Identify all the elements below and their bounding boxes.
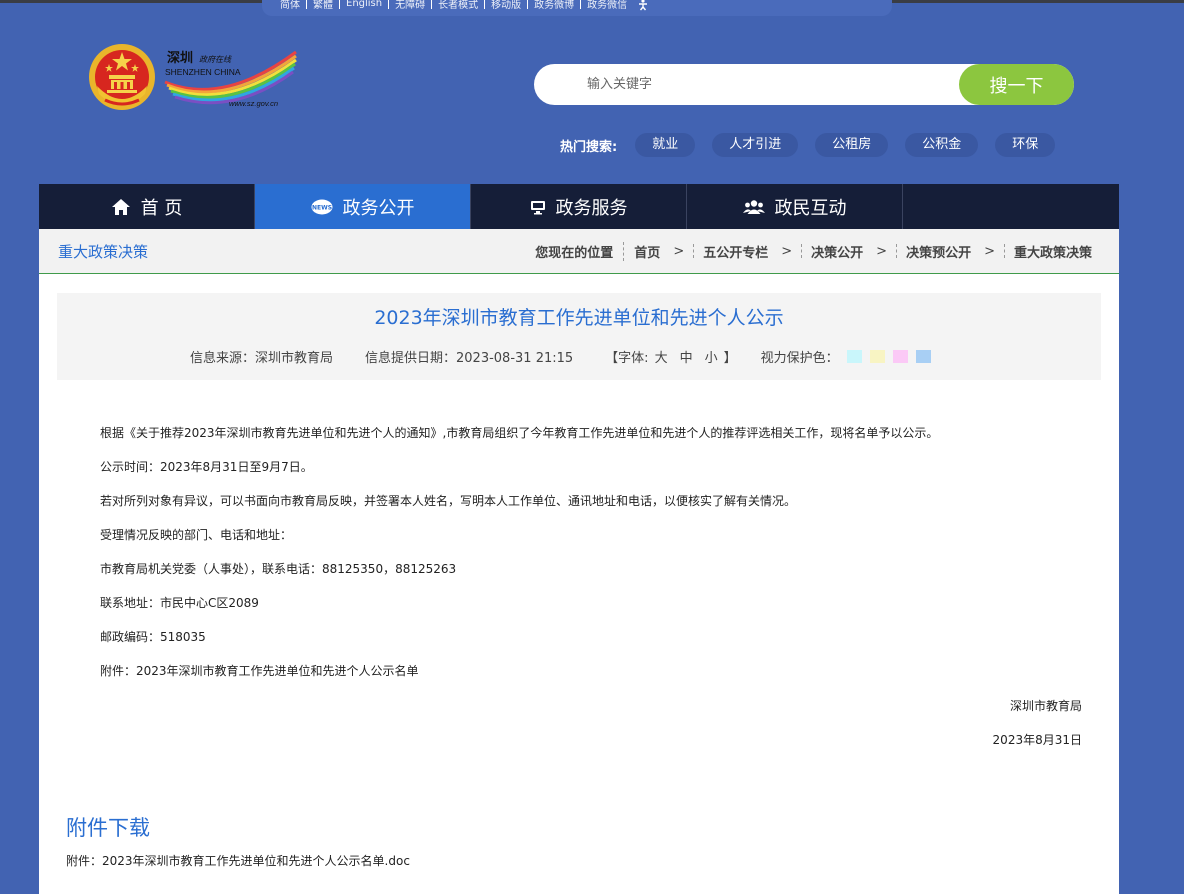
- home-icon: [111, 198, 130, 215]
- breadcrumb-separator: >: [984, 243, 995, 259]
- svg-text:政府在线: 政府在线: [199, 55, 232, 64]
- eye-color-cyan[interactable]: [846, 350, 862, 363]
- article-paragraph: 若对所列对象有异议，可以书面向市教育局反映，并签署本人姓名，写明本人工作单位、通…: [100, 494, 797, 508]
- search-input[interactable]: [554, 64, 954, 105]
- topbar-link-english[interactable]: English: [346, 0, 382, 9]
- article-paragraph: 公示时间：2023年8月31日至9月7日。: [100, 460, 313, 474]
- breadcrumb-major-policy[interactable]: 重大政策决策: [1014, 242, 1092, 261]
- svg-text:www.sz.gov.cn: www.sz.gov.cn: [229, 99, 278, 108]
- divider: [896, 244, 898, 258]
- divider: [484, 0, 486, 9]
- topbar-link-accessibility[interactable]: 无障碍: [395, 0, 425, 11]
- main-nav: 首 页 NEWS 政务公开 政务服务 政民互动: [39, 184, 1119, 229]
- font-size-label: 【字体:: [605, 351, 649, 366]
- font-size-large[interactable]: 大: [655, 347, 668, 366]
- article-title: 2023年深圳市教育工作先进单位和先进个人公示: [374, 307, 784, 329]
- attachment-download-title: 附件下载: [66, 816, 150, 840]
- svg-text:SHENZHEN CHINA: SHENZHEN CHINA: [165, 67, 241, 77]
- hot-search-label: 热门搜索:: [560, 139, 618, 155]
- article-paragraph: 联系地址：市民中心C区2089: [100, 596, 259, 610]
- eye-color-pink[interactable]: [892, 350, 908, 363]
- svg-text:深圳: 深圳: [167, 50, 193, 66]
- article-paragraph: 附件：2023年深圳市教育工作先进单位和先进个人公示名单: [100, 664, 419, 678]
- topbar-link-wechat[interactable]: 政务微信: [587, 0, 627, 11]
- nav-public-interaction-label: 政民互动: [774, 197, 847, 219]
- nav-filler: [903, 184, 1119, 229]
- divider: [339, 0, 340, 9]
- divider: [388, 0, 390, 9]
- divider: [1003, 244, 1005, 258]
- search-button[interactable]: 搜一下: [959, 64, 1074, 105]
- section-title[interactable]: 重大政策决策: [58, 241, 148, 262]
- svg-text:NEWS: NEWS: [311, 204, 331, 211]
- divider: [693, 244, 695, 258]
- article-paragraph: 邮政编码：518035: [100, 630, 206, 644]
- breadcrumb-location-label: 您现在的位置: [535, 241, 625, 261]
- breadcrumb-five-publics[interactable]: 五公开专栏: [703, 242, 768, 261]
- eye-protection-label: 视力保护色：: [760, 351, 839, 366]
- article-paragraph: 根据《关于推荐2023年深圳市教育先进单位和先进个人的通知》,市教育局组织了今年…: [100, 426, 939, 440]
- breadcrumb: 您现在的位置 首页 > 五公开专栏 > 决策公开 > 决策预公开 > 重大政策决…: [535, 241, 1092, 261]
- hot-tag-talent[interactable]: 人才引进: [712, 133, 799, 157]
- font-size-small[interactable]: 小: [705, 347, 718, 366]
- main-panel: 首 页 NEWS 政务公开 政务服务 政民互动 重大政策决策 您现在的位置 首页…: [39, 184, 1119, 894]
- hot-tag-environment[interactable]: 环保: [995, 133, 1056, 157]
- news-icon: NEWS: [311, 199, 332, 214]
- nav-home-label: 首 页: [140, 197, 183, 219]
- monitor-icon: [530, 200, 545, 214]
- breadcrumb-home[interactable]: 首页: [634, 242, 660, 261]
- hot-tag-employment[interactable]: 就业: [635, 133, 696, 157]
- divider: [306, 0, 307, 9]
- breadcrumb-pre-disclosure[interactable]: 决策预公开: [906, 242, 971, 261]
- breadcrumb-separator: >: [781, 243, 793, 259]
- nav-government-services[interactable]: 政务服务: [471, 184, 687, 229]
- accessibility-icon[interactable]: [637, 0, 649, 11]
- divider: [580, 0, 582, 9]
- article-body: 根据《关于推荐2023年深圳市教育先进单位和先进个人的通知》,市教育局组织了今年…: [100, 423, 1083, 695]
- signature-date: 2023年8月31日: [992, 733, 1082, 747]
- article-signature: 深圳市教育局 2023年8月31日: [993, 696, 1082, 764]
- topbar-link-traditional[interactable]: 繁體: [313, 0, 333, 11]
- nav-home[interactable]: 首 页: [39, 184, 255, 229]
- divider: [527, 0, 529, 9]
- nav-government-affairs[interactable]: NEWS 政务公开: [255, 184, 471, 229]
- article-source: 信息来源：深圳市教育局: [190, 351, 334, 366]
- font-size-medium[interactable]: 中: [680, 347, 693, 366]
- hot-tag-public-housing[interactable]: 公租房: [815, 133, 889, 157]
- breadcrumb-decision-disclosure[interactable]: 决策公开: [811, 242, 863, 261]
- eye-color-yellow[interactable]: [869, 350, 885, 363]
- nav-government-services-label: 政务服务: [555, 197, 628, 219]
- topbar-link-weibo[interactable]: 政务微博: [534, 0, 574, 11]
- nav-government-affairs-label: 政务公开: [342, 197, 415, 219]
- article-paragraph: 市教育局机关党委（人事处），联系电话：88125350，88125263: [100, 562, 457, 576]
- font-size-end: 】: [723, 351, 737, 366]
- nav-public-interaction[interactable]: 政民互动: [687, 184, 903, 229]
- attachment-file-link[interactable]: 附件：2023年深圳市教育工作先进单位和先进个人公示名单.doc: [66, 852, 410, 869]
- article-paragraph: 受理情况反映的部门、电话和地址：: [100, 528, 293, 542]
- topbar-link-simplified[interactable]: 简体: [280, 0, 300, 11]
- article-meta: 信息来源：深圳市教育局 信息提供日期：2023-08-31 21:15 【字体:…: [190, 347, 931, 366]
- breadcrumb-separator: >: [876, 243, 888, 259]
- shenzhen-china-logo: 深圳 政府在线 SHENZHEN CHINA www.sz.gov.cn: [164, 50, 297, 108]
- national-emblem-logo: [89, 44, 155, 110]
- article-date: 信息提供日期：2023-08-31 21:15: [365, 351, 574, 366]
- eye-color-blue[interactable]: [915, 350, 931, 363]
- article-header: 2023年深圳市教育工作先进单位和先进个人公示 信息来源：深圳市教育局 信息提供…: [57, 293, 1101, 380]
- hot-tag-housing-fund[interactable]: 公积金: [905, 133, 979, 157]
- breadcrumb-bar: 重大政策决策 您现在的位置 首页 > 五公开专栏 > 决策公开 > 决策预公开 …: [39, 229, 1119, 274]
- signature-org: 深圳市教育局: [1009, 699, 1082, 713]
- divider: [431, 0, 433, 9]
- hot-search-bar: 热门搜索: 就业 人才引进 公租房 公积金 环保: [560, 133, 1072, 157]
- search-box: 搜一下: [534, 64, 1074, 105]
- topbar-link-mobile[interactable]: 移动版: [491, 0, 521, 11]
- topbar-link-elder[interactable]: 长者模式: [438, 0, 478, 11]
- divider: [801, 244, 803, 258]
- breadcrumb-separator: >: [673, 243, 685, 259]
- people-icon: [742, 199, 765, 214]
- top-toolbar: 简体 繁體 English 无障碍 长者模式 移动版 政务微博 政务微信: [262, 0, 892, 16]
